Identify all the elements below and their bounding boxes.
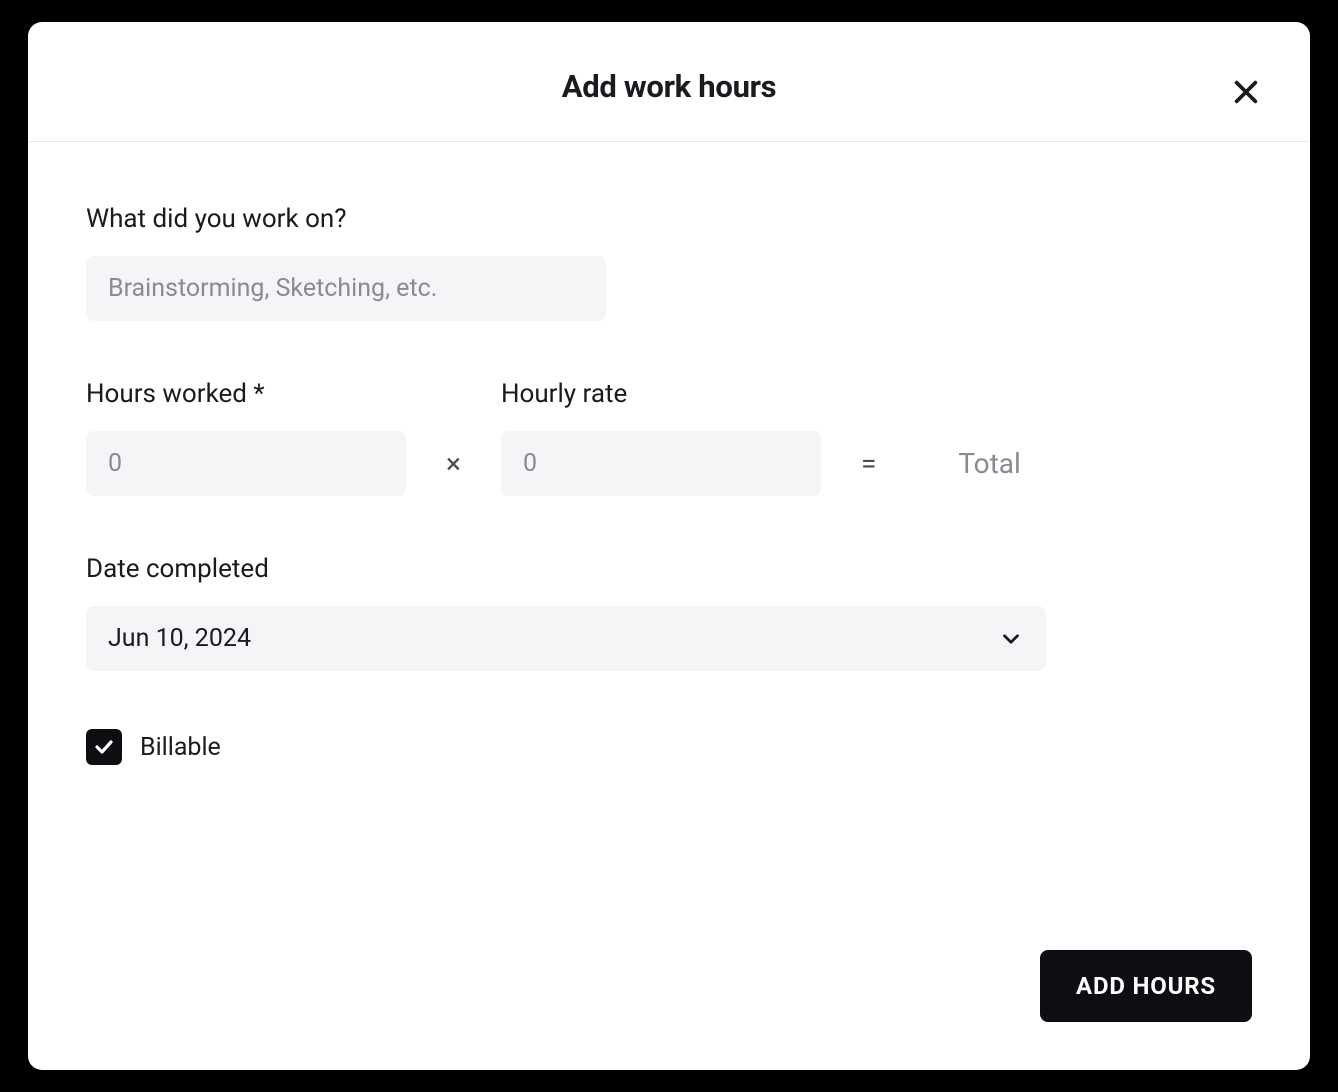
rate-column: Hourly rate <box>501 379 821 496</box>
close-icon <box>1230 76 1262 108</box>
work-section: What did you work on? <box>86 204 1252 321</box>
work-input[interactable] <box>86 256 606 321</box>
check-icon <box>92 735 116 759</box>
multiply-symbol: × <box>406 447 501 480</box>
rate-input[interactable] <box>501 431 821 496</box>
rate-label: Hourly rate <box>501 379 821 409</box>
work-label: What did you work on? <box>86 204 1252 234</box>
date-select[interactable]: Jun 10, 2024 <box>86 606 1046 671</box>
modal-body: What did you work on? Hours worked * × H… <box>28 142 1310 950</box>
equals-symbol: = <box>821 447 916 480</box>
billable-row: Billable <box>86 729 1252 765</box>
hours-input[interactable] <box>86 431 406 496</box>
chevron-down-icon <box>998 626 1024 652</box>
hours-column: Hours worked * <box>86 379 406 496</box>
close-button[interactable] <box>1226 72 1266 112</box>
modal-title: Add work hours <box>562 68 777 105</box>
billable-checkbox[interactable] <box>86 729 122 765</box>
hours-label: Hours worked * <box>86 379 406 409</box>
date-label: Date completed <box>86 554 1252 584</box>
date-value: Jun 10, 2024 <box>108 624 251 653</box>
hours-rate-section: Hours worked * × Hourly rate = Total <box>86 379 1252 496</box>
modal-header: Add work hours <box>28 22 1310 142</box>
billable-label: Billable <box>140 733 221 762</box>
add-hours-button[interactable]: ADD HOURS <box>1040 950 1252 1022</box>
date-section: Date completed Jun 10, 2024 <box>86 554 1252 671</box>
total-label: Total <box>958 447 1021 480</box>
add-work-hours-modal: Add work hours What did you work on? Hou… <box>28 22 1310 1070</box>
modal-footer: ADD HOURS <box>28 950 1310 1070</box>
